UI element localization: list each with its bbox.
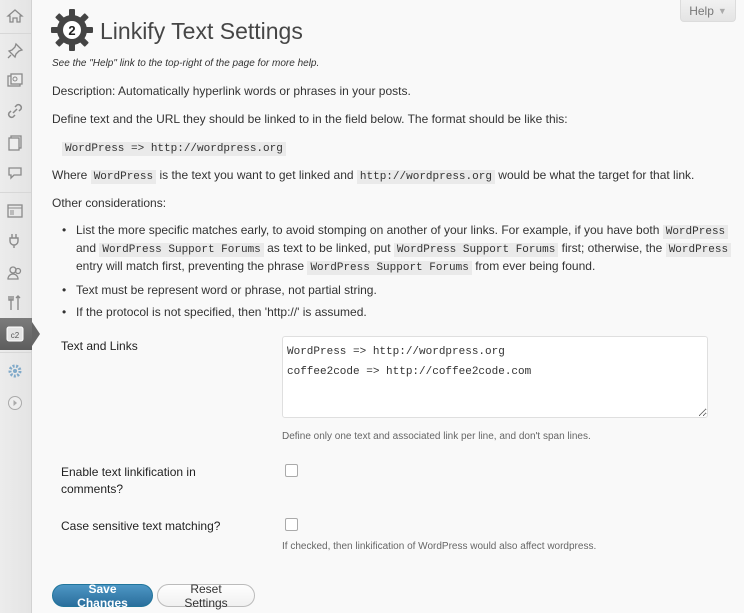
- admin-sidebar: c2: [0, 0, 40, 613]
- text-and-links-label: Text and Links: [61, 339, 138, 353]
- help-hint: See the "Help" link to the top-right of …: [52, 58, 320, 69]
- linkify-comments-label: Enable text linkification in comments?: [61, 465, 196, 496]
- help-tab-label: Help: [689, 3, 714, 18]
- text-and-links-help: Define only one text and associated link…: [282, 431, 591, 442]
- inline-code: http://wordpress.org: [356, 170, 495, 184]
- text-and-links-textarea[interactable]: WordPress => http://wordpress.org coffee…: [282, 336, 708, 418]
- page-title: Linkify Text Settings: [100, 18, 303, 44]
- help-tab[interactable]: Help ▼: [680, 0, 736, 22]
- posts-icon[interactable]: [4, 40, 26, 62]
- linkify-comments-checkbox[interactable]: [285, 464, 298, 477]
- case-sensitive-help: If checked, then linkification of WordPr…: [282, 541, 597, 552]
- media-icon[interactable]: [4, 70, 26, 92]
- links-icon[interactable]: [4, 100, 26, 122]
- settings-icon[interactable]: [4, 360, 26, 382]
- plugin-gear-icon: 2: [50, 8, 94, 55]
- other-considerations-heading: Other considerations:: [52, 196, 167, 210]
- case-sensitive-checkbox[interactable]: [285, 518, 298, 531]
- dashboard-icon[interactable]: [4, 5, 26, 27]
- where-explanation: Where WordPress is the text you want to …: [52, 168, 695, 184]
- inline-code: WordPress: [90, 170, 157, 184]
- reset-settings-button[interactable]: Reset Settings: [157, 582, 255, 610]
- users-icon[interactable]: [4, 262, 26, 284]
- appearance-icon[interactable]: [4, 200, 26, 222]
- chevron-down-icon: ▼: [717, 5, 727, 16]
- save-changes-button[interactable]: Save Changes: [52, 582, 153, 610]
- pages-icon[interactable]: [4, 132, 26, 154]
- plugins-icon[interactable]: [4, 230, 26, 252]
- page-header: 2 Linkify Text Settings: [50, 8, 303, 55]
- format-example: WordPress => http://wordpress.org: [62, 140, 286, 156]
- list-item: If the protocol is not specified, then '…: [52, 304, 742, 320]
- description-text: Description: Automatically hyperlink wor…: [52, 84, 411, 98]
- list-item: Text must be represent word or phrase, n…: [52, 282, 742, 298]
- tools-icon[interactable]: [4, 292, 26, 314]
- format-example-code: WordPress => http://wordpress.org: [62, 142, 286, 156]
- c2c-icon[interactable]: c2: [4, 323, 26, 345]
- case-sensitive-label: Case sensitive text matching?: [61, 519, 221, 533]
- collapse-icon[interactable]: [4, 392, 26, 414]
- svg-text:2: 2: [68, 23, 75, 38]
- considerations-list: List the more specific matches early, to…: [52, 222, 742, 326]
- define-instructions: Define text and the URL they should be l…: [52, 112, 568, 126]
- comments-icon[interactable]: [4, 162, 26, 184]
- svg-text:c2: c2: [11, 331, 20, 340]
- list-item: List the more specific matches early, to…: [52, 222, 742, 276]
